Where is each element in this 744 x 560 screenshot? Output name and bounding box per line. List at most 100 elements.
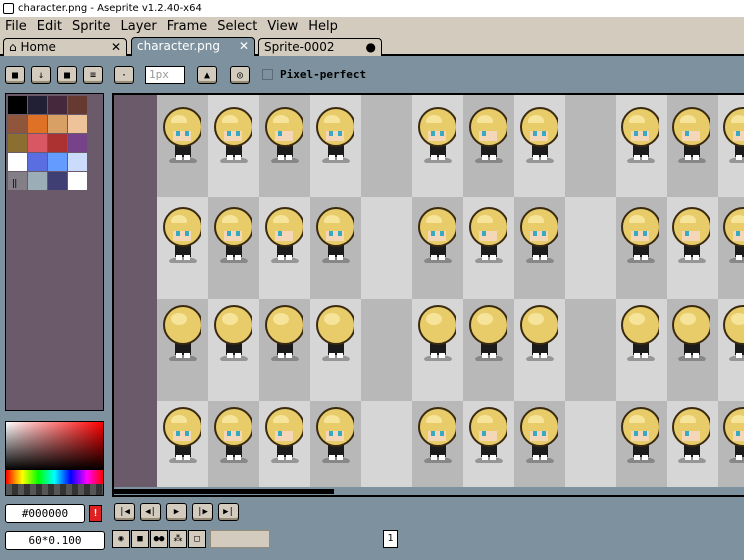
palette-swatch[interactable] <box>48 172 67 190</box>
character-sprite-frame <box>723 107 744 163</box>
tab-character-label: character.png <box>137 39 221 53</box>
menu-view[interactable]: View <box>262 17 303 36</box>
menu-select[interactable]: Select <box>212 17 262 36</box>
scrollbar-thumb[interactable] <box>114 489 334 494</box>
pixel-perfect-icon[interactable]: ◎ <box>230 66 250 84</box>
character-sprite-frame <box>621 305 659 361</box>
pixel-perfect-label: Pixel-perfect <box>280 68 367 81</box>
tab-bar: ⌂ Home ✕ character.png ✕ Sprite-0002 ● <box>0 36 744 56</box>
frame-number[interactable]: 1 <box>383 530 398 548</box>
down-arrow-icon[interactable]: ↓ <box>31 66 51 84</box>
character-sprite-frame <box>418 107 456 163</box>
character-sprite-frame <box>723 305 744 361</box>
palette-swatch[interactable] <box>48 96 67 114</box>
palette-swatch[interactable] <box>28 115 47 133</box>
palette-panel: ‖ <box>5 93 104 411</box>
timeline-controls: |◀ ◀| ▶ |▶ ▶| <box>112 503 744 525</box>
sprite-editor[interactable] <box>112 93 744 497</box>
character-sprite-frame <box>418 407 456 463</box>
menu-edit[interactable]: Edit <box>32 17 67 36</box>
next-frame-icon[interactable]: |▶ <box>192 503 213 521</box>
warning-icon[interactable]: ! <box>89 505 102 522</box>
palette-swatch[interactable] <box>8 134 27 152</box>
first-frame-icon[interactable]: |◀ <box>114 503 135 521</box>
fg-color-hex[interactable]: #000000 <box>5 504 85 523</box>
palette-swatch[interactable] <box>28 134 47 152</box>
play-icon[interactable]: ▶ <box>166 503 187 521</box>
palette-resize-handle[interactable]: ‖ <box>12 179 17 189</box>
character-sprite-frame <box>265 407 303 463</box>
lock-layer-icon[interactable]: ■ <box>131 530 149 548</box>
tab-sprite-modified-icon[interactable]: ● <box>366 39 376 55</box>
character-sprite-frame <box>520 407 558 463</box>
character-sprite-frame <box>672 305 710 361</box>
onion-skin-icon[interactable]: ⁂ <box>169 530 187 548</box>
character-sprite-frame <box>469 107 507 163</box>
character-sprite-frame <box>214 107 252 163</box>
tab-character[interactable]: character.png ✕ <box>131 37 255 56</box>
palette-swatch[interactable] <box>68 134 87 152</box>
hue-slider[interactable] <box>6 470 103 484</box>
palette-swatch[interactable] <box>8 172 27 190</box>
palette-swatch[interactable] <box>68 153 87 171</box>
palette-swatch[interactable] <box>28 172 47 190</box>
menu-sprite[interactable]: Sprite <box>67 17 116 36</box>
lock-icon[interactable]: ■ <box>5 66 25 84</box>
character-sprite-frame <box>469 305 507 361</box>
tab-home-close-icon[interactable]: ✕ <box>111 39 121 55</box>
tab-home-label: Home <box>20 40 56 54</box>
character-sprite-frame <box>265 207 303 263</box>
ink-icon[interactable]: ▲ <box>197 66 217 84</box>
palette-swatch[interactable] <box>68 115 87 133</box>
character-sprite-frame <box>316 407 354 463</box>
dot-brush-icon[interactable]: · <box>114 66 134 84</box>
sprite-canvas[interactable] <box>157 95 744 495</box>
palette-swatch[interactable] <box>68 96 87 114</box>
tab-home[interactable]: ⌂ Home ✕ <box>3 38 127 56</box>
horizontal-scrollbar[interactable] <box>114 487 744 495</box>
menu-help[interactable]: Help <box>303 17 343 36</box>
character-sprite-frame <box>672 407 710 463</box>
palette-swatch[interactable] <box>48 134 67 152</box>
layers-header: ◉ ■ ●● ⁂ □ 1 <box>112 528 744 560</box>
brush-size-input[interactable]: 1px <box>145 66 185 84</box>
character-sprite-frame <box>214 407 252 463</box>
palette-swatch[interactable] <box>8 153 27 171</box>
eye-icon[interactable]: ◉ <box>112 530 130 548</box>
character-sprite-frame <box>723 207 744 263</box>
character-sprite-frame <box>469 207 507 263</box>
zoom-status[interactable]: 60*0.100 <box>5 531 105 550</box>
link-cels-icon[interactable]: □ <box>188 530 206 548</box>
palette-swatch[interactable] <box>28 96 47 114</box>
character-sprite-frame <box>621 107 659 163</box>
last-frame-icon[interactable]: ▶| <box>218 503 239 521</box>
palette-swatch[interactable] <box>68 172 87 190</box>
menu-frame[interactable]: Frame <box>162 17 213 36</box>
alpha-slider[interactable] <box>6 484 103 495</box>
palette-swatch[interactable] <box>8 96 27 114</box>
context-toolbar <box>0 58 744 92</box>
menu-file[interactable]: File <box>0 17 32 36</box>
continuous-icon[interactable]: ●● <box>150 530 168 548</box>
character-sprite-frame <box>163 407 201 463</box>
character-sprite-frame <box>163 207 201 263</box>
character-sprite-frame <box>265 107 303 163</box>
square-brush-icon[interactable]: ■ <box>57 66 77 84</box>
prev-frame-icon[interactable]: ◀| <box>140 503 161 521</box>
character-sprite-frame <box>163 107 201 163</box>
palette-swatch[interactable] <box>48 115 67 133</box>
menu-layer[interactable]: Layer <box>116 17 162 36</box>
palette-swatch[interactable] <box>28 153 47 171</box>
pixel-perfect-checkbox[interactable] <box>262 69 273 80</box>
tab-character-close-icon[interactable]: ✕ <box>239 38 249 54</box>
character-sprite-frame <box>520 305 558 361</box>
lines-icon[interactable]: ≡ <box>83 66 103 84</box>
palette-swatch[interactable] <box>8 115 27 133</box>
palette-swatch[interactable] <box>48 153 67 171</box>
character-sprite-frame <box>621 207 659 263</box>
tab-sprite-0002[interactable]: Sprite-0002 ● <box>258 38 382 56</box>
character-sprite-frame <box>163 305 201 361</box>
app-icon <box>3 3 14 14</box>
saturation-value-box[interactable] <box>6 422 103 470</box>
title-bar: character.png - Aseprite v1.2.40-x64 <box>0 0 744 17</box>
